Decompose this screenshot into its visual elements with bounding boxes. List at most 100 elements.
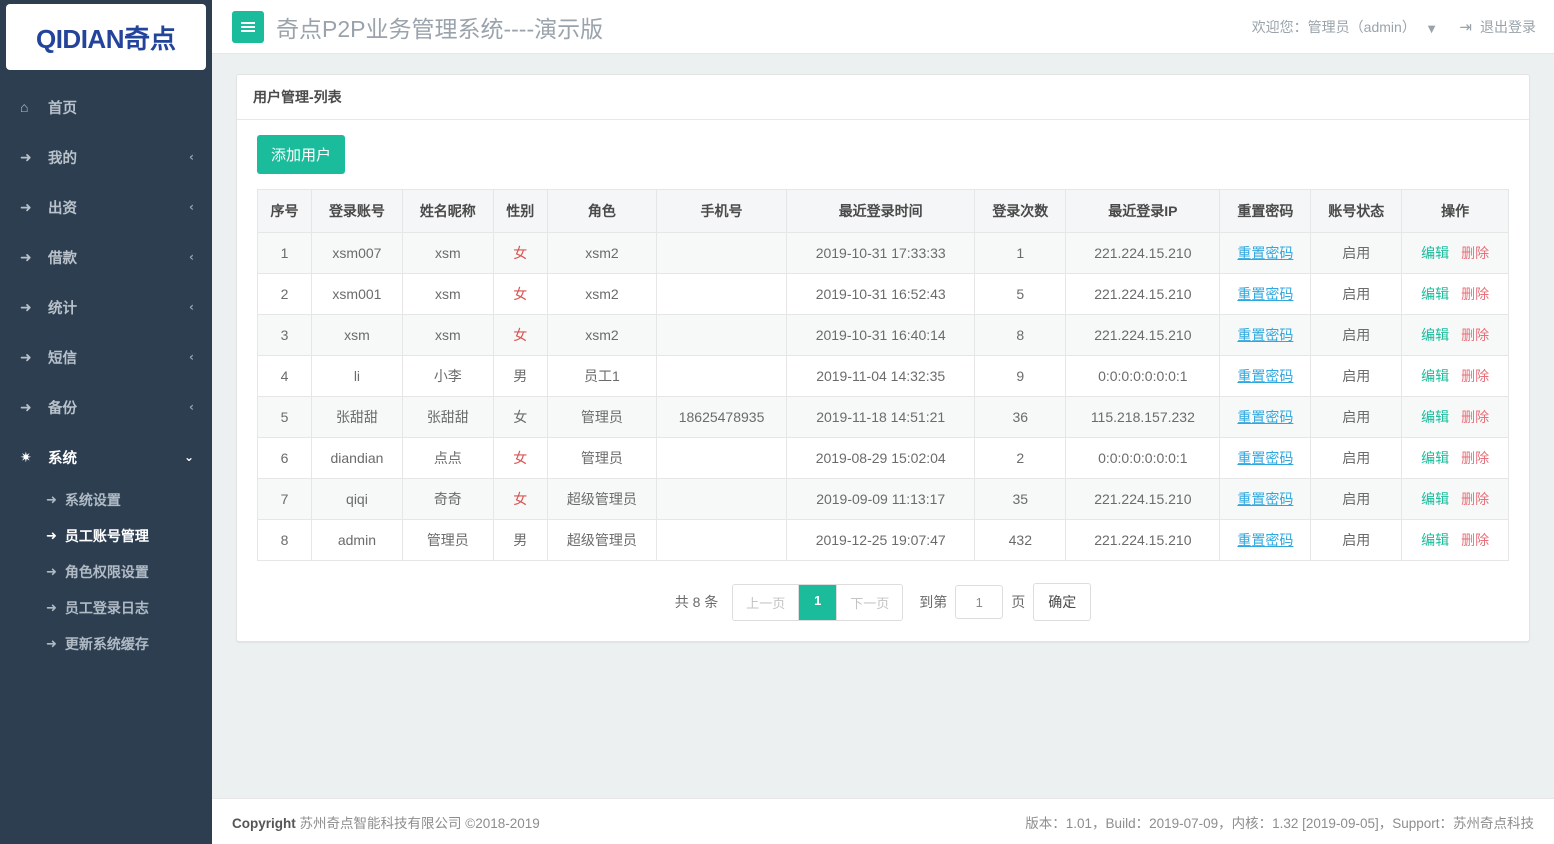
edit-link[interactable]: 编辑 (1421, 409, 1449, 425)
delete-link[interactable]: 删除 (1461, 409, 1489, 425)
user-table: 序号登录账号姓名昵称性别角色手机号最近登录时间登录次数最近登录IP重置密码账号状… (257, 189, 1509, 561)
cell-reset[interactable]: 重置密码 (1220, 315, 1311, 356)
cell-actions[interactable]: 编辑删除 (1402, 520, 1509, 561)
cell-ip: 0:0:0:0:0:0:0:1 (1066, 438, 1220, 479)
sidebar-item-6[interactable]: ➜备份‹ (0, 382, 212, 432)
edit-link[interactable]: 编辑 (1421, 532, 1449, 548)
cell-account: 张甜甜 (312, 397, 403, 438)
cell-nickname: 奇奇 (402, 479, 493, 520)
reset-password-link[interactable]: 重置密码 (1237, 327, 1293, 343)
delete-link[interactable]: 删除 (1461, 491, 1489, 507)
cell-role: 员工1 (547, 356, 656, 397)
reset-password-link[interactable]: 重置密码 (1237, 409, 1293, 425)
cell-status: 启用 (1311, 356, 1402, 397)
cell-actions[interactable]: 编辑删除 (1402, 233, 1509, 274)
sidebar-item-3[interactable]: ➜借款‹ (0, 232, 212, 282)
sidebar-item-label: 系统 (48, 447, 184, 468)
edit-link[interactable]: 编辑 (1421, 327, 1449, 343)
arrow-right-icon: ➜ (20, 199, 40, 216)
panel-title: 用户管理-列表 (237, 75, 1529, 120)
cell-nickname: 管理员 (402, 520, 493, 561)
arrow-right-icon: ➜ (46, 600, 57, 616)
delete-link[interactable]: 删除 (1461, 532, 1489, 548)
cell-gender: 女 (493, 274, 547, 315)
sidebar-subitem-2[interactable]: ➜角色权限设置 (0, 554, 212, 590)
cell-reset[interactable]: 重置密码 (1220, 479, 1311, 520)
sidebar-subitem-label: 更新系统缓存 (65, 634, 149, 654)
cell-actions[interactable]: 编辑删除 (1402, 479, 1509, 520)
delete-link[interactable]: 删除 (1461, 245, 1489, 261)
cell-actions[interactable]: 编辑删除 (1402, 274, 1509, 315)
cell-nickname: 张甜甜 (402, 397, 493, 438)
table-header-row: 序号登录账号姓名昵称性别角色手机号最近登录时间登录次数最近登录IP重置密码账号状… (258, 190, 1509, 233)
table-row: 1xsm007xsm女xsm22019-10-31 17:33:331221.2… (258, 233, 1509, 274)
cell-reset[interactable]: 重置密码 (1220, 397, 1311, 438)
logout-button[interactable]: ⇥ 退出登录 (1459, 17, 1536, 37)
edit-link[interactable]: 编辑 (1421, 450, 1449, 466)
reset-password-link[interactable]: 重置密码 (1237, 491, 1293, 507)
user-menu[interactable]: 欢迎您：管理员（admin） ▼ (1252, 17, 1436, 37)
sidebar-subitem-4[interactable]: ➜更新系统缓存 (0, 626, 212, 662)
reset-password-link[interactable]: 重置密码 (1237, 286, 1293, 302)
cell-actions[interactable]: 编辑删除 (1402, 315, 1509, 356)
sidebar-item-2[interactable]: ➜出资‹ (0, 182, 212, 232)
delete-link[interactable]: 删除 (1461, 368, 1489, 384)
user-table-body: 1xsm007xsm女xsm22019-10-31 17:33:331221.2… (258, 233, 1509, 561)
cell-phone (657, 274, 787, 315)
edit-link[interactable]: 编辑 (1421, 491, 1449, 507)
pagination-page-1[interactable]: 1 (799, 585, 837, 620)
reset-password-link[interactable]: 重置密码 (1237, 450, 1293, 466)
sidebar-item-5[interactable]: ➜短信‹ (0, 332, 212, 382)
sidebar-item-7[interactable]: ✷系统⌄ (0, 432, 212, 482)
cell-reset[interactable]: 重置密码 (1220, 274, 1311, 315)
cell-no: 1 (258, 233, 312, 274)
goto-page-input[interactable] (955, 585, 1003, 619)
add-user-button[interactable]: 添加用户 (257, 135, 345, 174)
app-root: QIDIAN奇点 ⌂首页➜我的‹➜出资‹➜借款‹➜统计‹➜短信‹➜备份‹✷系统⌄… (0, 0, 1554, 844)
cell-actions[interactable]: 编辑删除 (1402, 438, 1509, 479)
edit-link[interactable]: 编辑 (1421, 245, 1449, 261)
cell-reset[interactable]: 重置密码 (1220, 356, 1311, 397)
reset-password-link[interactable]: 重置密码 (1237, 532, 1293, 548)
cell-no: 8 (258, 520, 312, 561)
sidebar-subitem-0[interactable]: ➜系统设置 (0, 482, 212, 518)
table-row: 2xsm001xsm女xsm22019-10-31 16:52:435221.2… (258, 274, 1509, 315)
sidebar-item-4[interactable]: ➜统计‹ (0, 282, 212, 332)
table-row: 7qiqi奇奇女超级管理员2019-09-09 11:13:1735221.22… (258, 479, 1509, 520)
cell-login-count: 2 (975, 438, 1066, 479)
hamburger-icon[interactable] (232, 11, 264, 43)
sidebar-item-1[interactable]: ➜我的‹ (0, 132, 212, 182)
delete-link[interactable]: 删除 (1461, 327, 1489, 343)
delete-link[interactable]: 删除 (1461, 286, 1489, 302)
col-header-6: 最近登录时间 (787, 190, 975, 233)
reset-password-link[interactable]: 重置密码 (1237, 245, 1293, 261)
cell-status: 启用 (1311, 233, 1402, 274)
sidebar-item-label: 短信 (48, 347, 189, 368)
cell-reset[interactable]: 重置密码 (1220, 233, 1311, 274)
logo[interactable]: QIDIAN奇点 (6, 4, 206, 70)
delete-link[interactable]: 删除 (1461, 450, 1489, 466)
edit-link[interactable]: 编辑 (1421, 286, 1449, 302)
pagination-prev[interactable]: 上一页 (733, 585, 799, 620)
pagination-next[interactable]: 下一页 (837, 585, 902, 620)
edit-link[interactable]: 编辑 (1421, 368, 1449, 384)
top-header: 奇点P2P业务管理系统----演示版 欢迎您：管理员（admin） ▼ ⇥ 退出… (212, 0, 1554, 54)
cell-actions[interactable]: 编辑删除 (1402, 397, 1509, 438)
page-footer: Copyright 苏州奇点智能科技有限公司 ©2018-2019 版本：1.0… (212, 798, 1554, 844)
col-header-7: 登录次数 (975, 190, 1066, 233)
sidebar-subitem-3[interactable]: ➜员工登录日志 (0, 590, 212, 626)
cell-nickname: 小李 (402, 356, 493, 397)
arrow-right-icon: ➜ (20, 299, 40, 316)
cell-ip: 221.224.15.210 (1066, 315, 1220, 356)
sidebar-item-0[interactable]: ⌂首页 (0, 82, 212, 132)
logo-text: QIDIAN奇点 (36, 19, 176, 56)
sidebar-subitem-1[interactable]: ➜员工账号管理 (0, 518, 212, 554)
reset-password-link[interactable]: 重置密码 (1237, 368, 1293, 384)
cell-ip: 115.218.157.232 (1066, 397, 1220, 438)
cell-actions[interactable]: 编辑删除 (1402, 356, 1509, 397)
cell-reset[interactable]: 重置密码 (1220, 520, 1311, 561)
cell-status: 启用 (1311, 479, 1402, 520)
cell-reset[interactable]: 重置密码 (1220, 438, 1311, 479)
cell-account: xsm001 (312, 274, 403, 315)
goto-confirm-button[interactable]: 确定 (1033, 583, 1091, 621)
